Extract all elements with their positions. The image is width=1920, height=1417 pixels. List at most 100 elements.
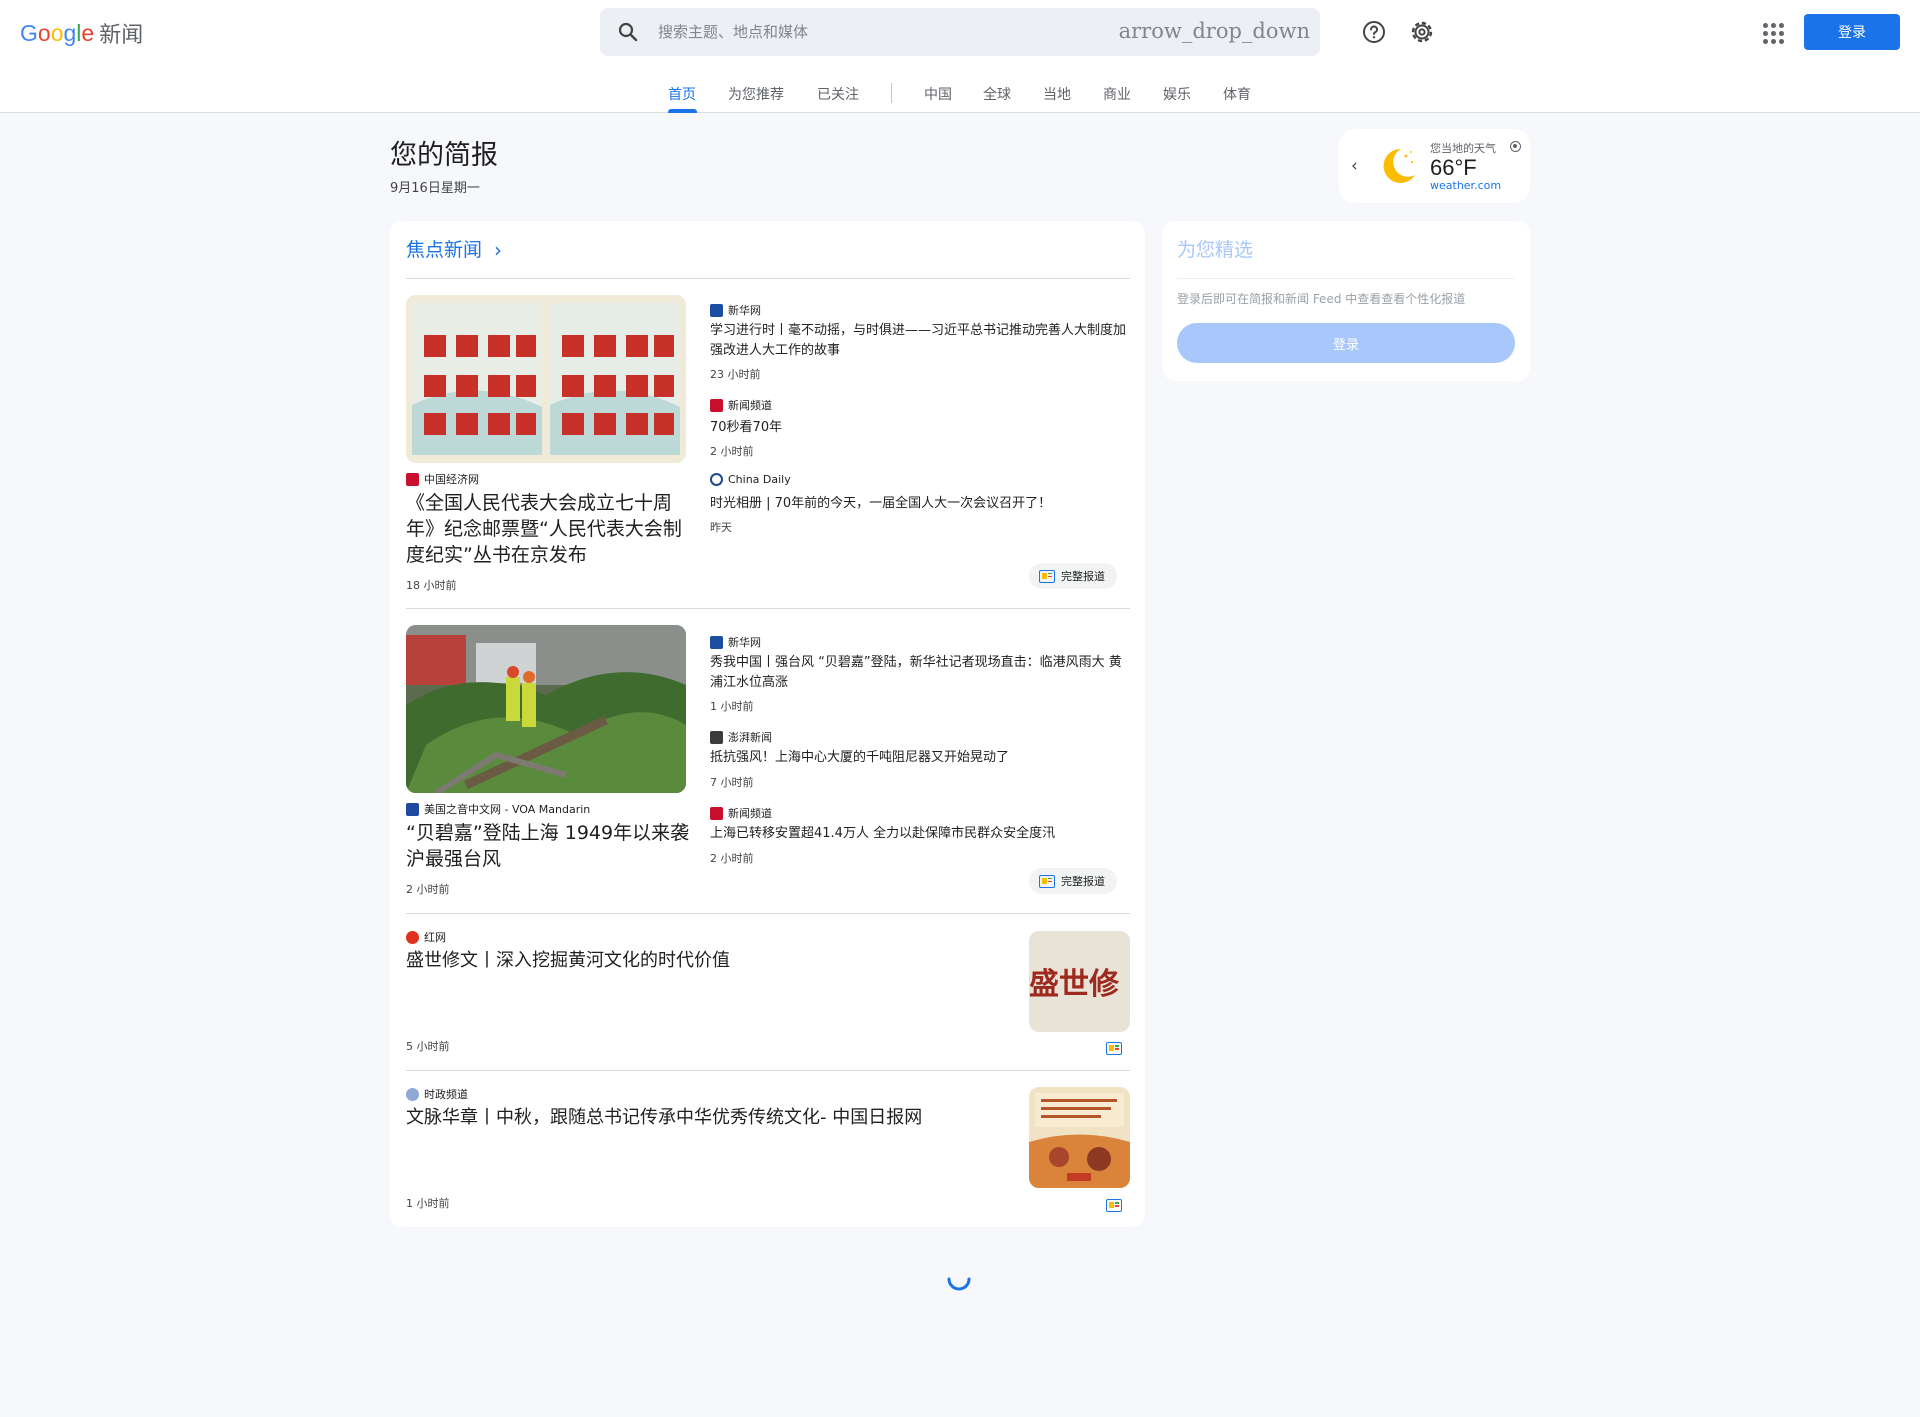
search-dropdown-icon[interactable]: arrow_drop_down: [1119, 19, 1310, 43]
chevron-left-icon[interactable]: ‹: [1351, 156, 1358, 176]
full-coverage-label: 完整报道: [1061, 570, 1105, 583]
moon-icon: [1383, 148, 1415, 183]
picks-login-button[interactable]: 登录: [1177, 323, 1515, 363]
story-image-stamps[interactable]: [406, 295, 686, 463]
full-coverage-icon: [1039, 569, 1055, 583]
related-time: 7 小时前: [710, 776, 754, 789]
logo-suffix: 新闻: [99, 23, 144, 48]
weather-source-link[interactable]: weather.com: [1430, 179, 1501, 192]
story-source[interactable]: 中国经济网: [406, 471, 479, 487]
source-logo-icon: [406, 472, 419, 486]
related-time: 23 小时前: [710, 368, 761, 381]
story-source[interactable]: 时政频道: [406, 1086, 468, 1102]
thumbnail-text: 盛世修: [1029, 967, 1119, 1002]
related-headline[interactable]: 学习进行时丨毫不动摇，与时俱进——习近平总书记推动完善人大制度加强改进人大工作的…: [710, 321, 1132, 361]
help-icon[interactable]: [1361, 19, 1387, 45]
story-headline[interactable]: 文脉华章丨中秋，跟随总书记传承中华优秀传统文化- 中国日报网: [406, 1105, 1006, 1131]
story-thumbnail[interactable]: [1029, 1087, 1130, 1188]
source-logo-icon: [710, 303, 723, 317]
search-box[interactable]: arrow_drop_down: [600, 8, 1320, 56]
related-headline[interactable]: 秀我中国丨强台风 “贝碧嘉”登陆，新华社记者现场直击：临港风雨大 黄浦江水位高涨: [710, 653, 1132, 693]
related-time: 1 小时前: [710, 700, 754, 713]
source-name: 澎湃新闻: [728, 731, 772, 744]
source-name: 时政频道: [424, 1088, 468, 1101]
source-logo-icon: [710, 398, 723, 412]
related-source[interactable]: 澎湃新闻: [710, 729, 772, 745]
related-source[interactable]: 新华网: [710, 634, 761, 650]
main-nav: 首页 为您推荐 已关注 中国 全球 当地 商业 娱乐 体育: [0, 70, 1920, 113]
story-image-typhoon[interactable]: [406, 625, 686, 793]
top-stories-title[interactable]: 焦点新闻: [406, 235, 482, 262]
tab-business[interactable]: 商业: [1103, 84, 1131, 104]
tab-china[interactable]: 中国: [924, 84, 952, 104]
tab-sports[interactable]: 体育: [1223, 84, 1251, 104]
top-stories-card: 焦点新闻 › 中国经济网 《全国人民代表大会成立七十周年》纪念邮票暨“人民代表大…: [390, 221, 1145, 1227]
top-bar: Google 新闻 arrow_drop_down 登录 首页 为您推荐 已关注…: [0, 0, 1920, 113]
related-headline[interactable]: 70秒看70年: [710, 418, 1132, 438]
source-logo-icon: [710, 635, 723, 649]
tab-world[interactable]: 全球: [983, 84, 1011, 104]
related-source[interactable]: China Daily: [710, 473, 791, 486]
related-headline[interactable]: 时光相册 | 70年前的今天，一届全国人大一次会议召开了！: [710, 494, 1132, 514]
divider: [406, 608, 1130, 609]
active-tab-indicator: [668, 109, 697, 113]
full-coverage-button[interactable]: 完整报道: [1029, 868, 1117, 894]
picks-title: 为您精选: [1177, 239, 1254, 261]
source-logo-icon: [406, 930, 419, 944]
weather-temperature: 66°F: [1430, 155, 1477, 180]
settings-icon[interactable]: [1409, 19, 1435, 45]
apps-icon[interactable]: [1760, 20, 1784, 44]
tab-home[interactable]: 首页: [668, 84, 696, 104]
related-headline[interactable]: 上海已转移安置超41.4万人 全力以赴保障市民群众安全度汛: [710, 824, 1132, 844]
search-input[interactable]: [658, 8, 1128, 56]
source-name: 新闻频道: [728, 399, 772, 412]
story-time: 2 小时前: [406, 883, 450, 896]
story-time: 18 小时前: [406, 579, 457, 592]
story-thumbnail[interactable]: 盛世修: [1029, 931, 1130, 1032]
related-time: 昨天: [710, 521, 732, 534]
story-headline[interactable]: 盛世修文丨深入挖掘黄河文化的时代价值: [406, 948, 1006, 974]
full-coverage-icon: [1039, 874, 1055, 888]
full-coverage-icon[interactable]: [1106, 1042, 1122, 1055]
search-icon[interactable]: [616, 20, 640, 44]
divider: [406, 913, 1130, 914]
loading-spinner-icon: [947, 1277, 971, 1291]
tab-entertainment[interactable]: 娱乐: [1163, 84, 1191, 104]
related-time: 2 小时前: [710, 445, 754, 458]
source-name: 红网: [424, 931, 446, 944]
related-source[interactable]: 新华网: [710, 302, 761, 318]
source-name: 中国经济网: [424, 473, 479, 486]
story-time: 1 小时前: [406, 1197, 450, 1210]
story-headline[interactable]: 《全国人民代表大会成立七十周年》纪念邮票暨“人民代表大会制度纪实”丛书在京发布: [406, 490, 690, 568]
logo-word: Google: [20, 19, 95, 46]
full-coverage-icon[interactable]: [1106, 1199, 1122, 1212]
full-coverage-button[interactable]: 完整报道: [1029, 563, 1117, 589]
page-title: 您的简报: [390, 140, 498, 171]
weather-widget[interactable]: ‹ 您当地的天气 66°F weather.com: [1339, 129, 1530, 203]
google-news-logo[interactable]: Google 新闻: [20, 18, 144, 49]
source-logo-icon: [406, 802, 419, 816]
related-source[interactable]: 新闻频道: [710, 397, 772, 413]
source-name: 美国之音中文网 - VOA Mandarin: [424, 803, 591, 816]
picks-description: 登录后即可在简报和新闻 Feed 中查看查看个性化报道: [1177, 292, 1466, 306]
login-button[interactable]: 登录: [1804, 14, 1900, 50]
divider: [406, 1070, 1130, 1071]
story-headline[interactable]: “贝碧嘉”登陆上海 1949年以来袭沪最强台风: [406, 820, 690, 872]
source-name: 新华网: [728, 636, 761, 649]
story-source[interactable]: 美国之音中文网 - VOA Mandarin: [406, 801, 590, 817]
related-time: 2 小时前: [710, 852, 754, 865]
tab-for-you[interactable]: 为您推荐: [728, 84, 784, 104]
divider: [1177, 278, 1515, 279]
source-name: 新华网: [728, 304, 761, 317]
picks-card: 为您精选 登录后即可在简报和新闻 Feed 中查看查看个性化报道 登录: [1163, 221, 1530, 381]
tab-following[interactable]: 已关注: [817, 84, 859, 104]
source-logo-icon: [710, 473, 723, 486]
weather-label: 您当地的天气: [1430, 142, 1496, 155]
chevron-right-icon[interactable]: ›: [494, 238, 502, 262]
tab-local[interactable]: 当地: [1043, 84, 1071, 104]
story-source[interactable]: 红网: [406, 929, 446, 945]
related-headline[interactable]: 抵抗强风！上海中心大厦的千吨阻尼器又开始晃动了: [710, 748, 1132, 768]
nav-divider: [891, 83, 892, 103]
divider: [406, 278, 1130, 279]
related-source[interactable]: 新闻频道: [710, 805, 772, 821]
